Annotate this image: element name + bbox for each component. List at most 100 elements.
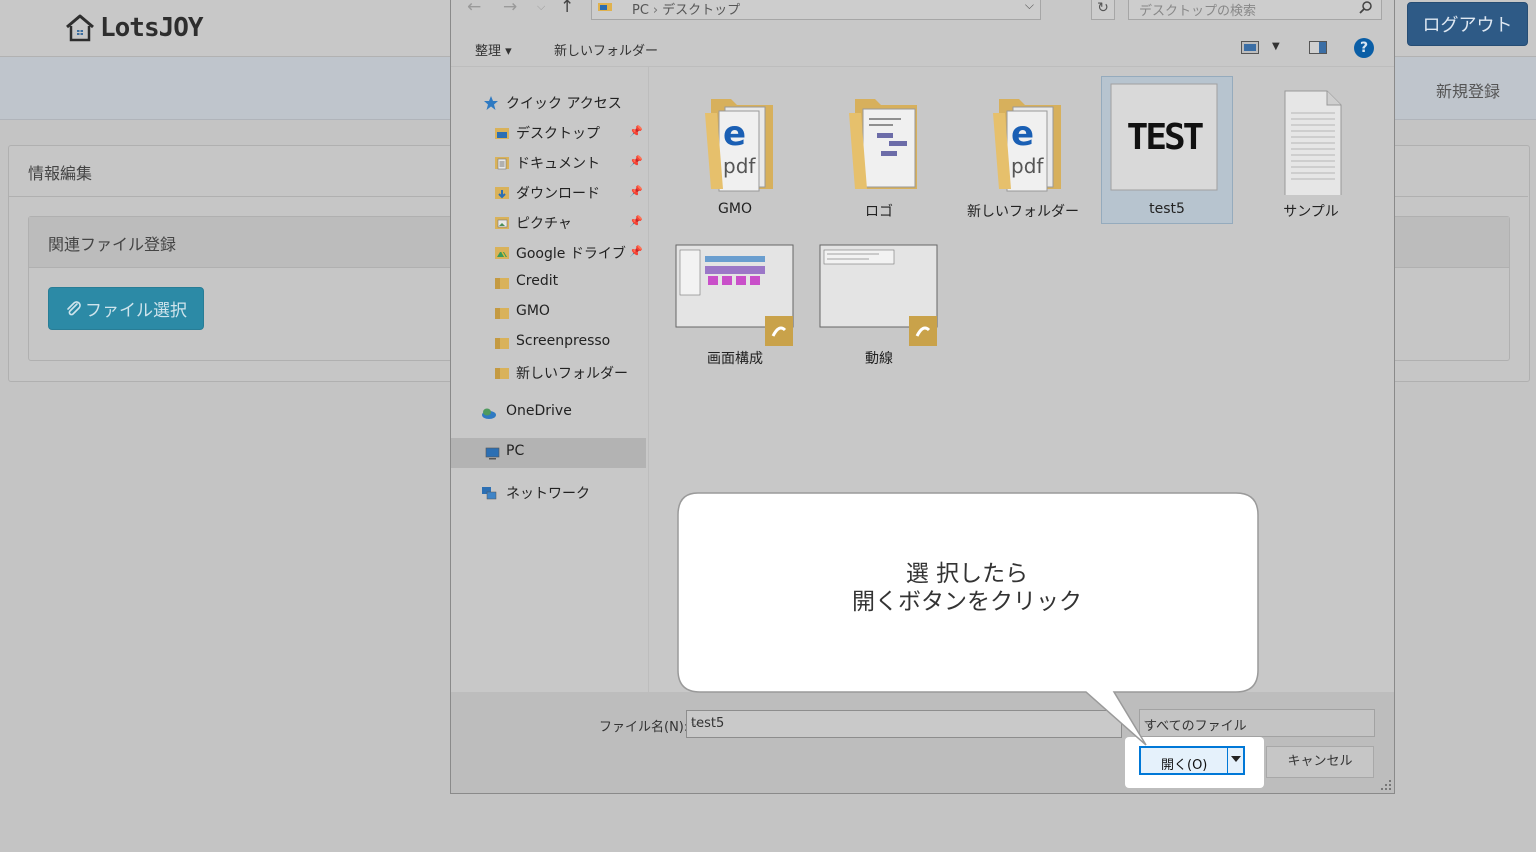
address-bar-row: ← → ⌵ ↑ PC › デスクトップ ⌵ ↻ デスクトップの検索 — [451, 0, 1394, 22]
nav-label: ピクチャ — [516, 216, 572, 232]
documents-folder-icon — [495, 157, 509, 170]
onedrive-icon — [482, 408, 496, 419]
pictures-folder-icon — [495, 217, 509, 229]
desktop-folder-icon — [495, 128, 509, 139]
nav-label: ダウンロード — [516, 186, 600, 202]
recent-locations-chevron-icon[interactable]: ⌵ — [537, 0, 545, 14]
address-dropdown-chevron-icon[interactable]: ⌵ — [1025, 0, 1034, 13]
file-item-logo[interactable]: ロゴ — [814, 77, 944, 223]
nav-item-pc[interactable]: PC — [451, 438, 646, 468]
filename-label: ファイル名(N): — [599, 720, 689, 735]
pin-icon[interactable]: 📌 — [629, 155, 643, 168]
search-icon — [1359, 1, 1372, 14]
file-name: test5 — [1149, 201, 1185, 217]
svg-text:e: e — [723, 114, 746, 154]
folder-icon — [849, 99, 917, 189]
google-drive-folder-icon — [495, 247, 509, 259]
change-view-icon[interactable] — [1241, 41, 1259, 54]
address-box[interactable]: PC › デスクトップ ⌵ — [591, 0, 1041, 20]
file-select-button[interactable]: ファイル選択 — [48, 287, 204, 330]
pin-icon[interactable]: 📌 — [629, 245, 643, 258]
house-logo-icon — [66, 14, 94, 42]
nav-label: Credit — [516, 273, 559, 289]
nav-item-gmo[interactable]: GMO — [451, 298, 646, 328]
file-item-test5[interactable]: TEST test5 — [1101, 76, 1233, 224]
resize-grip-icon[interactable] — [1381, 780, 1391, 790]
nav-item-documents[interactable]: ドキュメント 📌 — [451, 148, 646, 178]
nav-item-desktop[interactable]: デスクトップ 📌 — [451, 118, 646, 148]
file-name: GMO — [718, 201, 752, 217]
related-file-panel-title: 関連ファイル登録 — [48, 235, 177, 254]
file-item-flow-line[interactable]: 動線 — [814, 239, 944, 385]
pc-icon — [485, 447, 500, 460]
nav-item-onedrive[interactable]: OneDrive — [451, 398, 646, 428]
back-arrow-icon[interactable]: ← — [467, 0, 481, 17]
folder-icon — [495, 278, 509, 289]
paperclip-icon — [67, 300, 81, 315]
nav-item-pictures[interactable]: ピクチャ 📌 — [451, 208, 646, 238]
pc-icon — [598, 3, 612, 11]
pin-icon[interactable]: 📌 — [629, 215, 643, 228]
logo[interactable]: LotsJOY — [64, 12, 204, 44]
folder-icon: e pdf — [705, 99, 773, 192]
nav-item-new-folder[interactable]: 新しいフォルダー — [451, 358, 646, 388]
screen-layout-thumbnail-icon — [675, 244, 794, 346]
file-name: サンプル — [1283, 204, 1339, 220]
svg-text:e: e — [1011, 114, 1034, 154]
file-name: 画面構成 — [707, 351, 763, 367]
callout-line-1: 選 択したら — [905, 561, 1029, 587]
folder-icon — [495, 338, 509, 349]
file-name: 新しいフォルダー — [967, 204, 1079, 220]
nav-label: ドキュメント — [516, 156, 600, 172]
folder-icon — [495, 308, 509, 319]
folder-icon — [495, 368, 509, 379]
pin-icon[interactable]: 📌 — [629, 185, 643, 198]
logout-button[interactable]: ログアウト — [1407, 2, 1528, 46]
nav-label: デスクトップ — [516, 126, 600, 142]
file-item-gmo[interactable]: e pdf GMO — [670, 77, 800, 223]
nav-item-quick-access[interactable]: クイック アクセス — [451, 88, 646, 118]
forward-arrow-icon[interactable]: → — [503, 0, 517, 17]
flow-line-thumbnail-icon — [819, 244, 938, 346]
refresh-icon[interactable]: ↻ — [1091, 0, 1115, 20]
breadcrumb-pc[interactable]: PC — [632, 3, 649, 18]
up-arrow-icon[interactable]: ↑ — [560, 0, 574, 17]
help-icon[interactable]: ? — [1354, 38, 1374, 58]
nav-label: ネットワーク — [506, 486, 590, 502]
new-folder-button[interactable]: 新しいフォルダー — [554, 40, 658, 59]
file-item-sample[interactable]: サンプル — [1246, 77, 1376, 223]
file-item-new-folder[interactable]: e pdf 新しいフォルダー — [958, 77, 1088, 223]
breadcrumb-separator-icon: › — [652, 3, 659, 18]
callout-line-2: 開くボタンをクリック — [852, 589, 1082, 615]
svg-text:pdf: pdf — [723, 154, 756, 178]
cancel-button[interactable]: キャンセル — [1266, 746, 1374, 778]
file-select-label: ファイル選択 — [85, 301, 187, 321]
instruction-callout-text: 選 択したら 開くボタンをクリック — [678, 560, 1256, 616]
preview-pane-icon[interactable] — [1309, 41, 1327, 54]
file-name: 動線 — [865, 351, 893, 367]
register-link[interactable]: 新規登録 — [1436, 78, 1500, 102]
info-edit-panel-title: 情報編集 — [28, 164, 93, 183]
view-options-caret-icon[interactable]: ▼ — [1272, 41, 1280, 52]
file-item-screen-layout[interactable]: 画面構成 — [670, 239, 800, 385]
breadcrumb-desktop[interactable]: デスクトップ — [662, 3, 740, 18]
pin-icon[interactable]: 📌 — [629, 125, 643, 138]
nav-label: Screenpresso — [516, 333, 611, 349]
nav-item-google-drive[interactable]: Google ドライブ 📌 — [451, 238, 646, 268]
svg-text:pdf: pdf — [1011, 154, 1044, 178]
nav-label: GMO — [516, 303, 550, 319]
nav-item-credit[interactable]: Credit — [451, 268, 646, 298]
nav-item-downloads[interactable]: ダウンロード 📌 — [451, 178, 646, 208]
nav-item-screenpresso[interactable]: Screenpresso — [451, 328, 646, 358]
organize-menu[interactable]: 整理 ▾ — [475, 40, 512, 59]
text-document-icon — [1284, 90, 1342, 195]
instruction-callout — [677, 492, 1259, 746]
search-placeholder: デスクトップの検索 — [1139, 4, 1257, 19]
nav-label: PC — [506, 443, 525, 459]
search-input[interactable]: デスクトップの検索 — [1128, 0, 1382, 20]
nav-label: OneDrive — [506, 403, 572, 419]
navigation-pane: クイック アクセス デスクトップ 📌 ドキュメント 📌 ダウンロード 📌 ピクチ… — [451, 67, 649, 692]
file-name: ロゴ — [865, 204, 893, 220]
nav-label: 新しいフォルダー — [516, 366, 628, 382]
nav-item-network[interactable]: ネットワーク — [451, 478, 646, 508]
